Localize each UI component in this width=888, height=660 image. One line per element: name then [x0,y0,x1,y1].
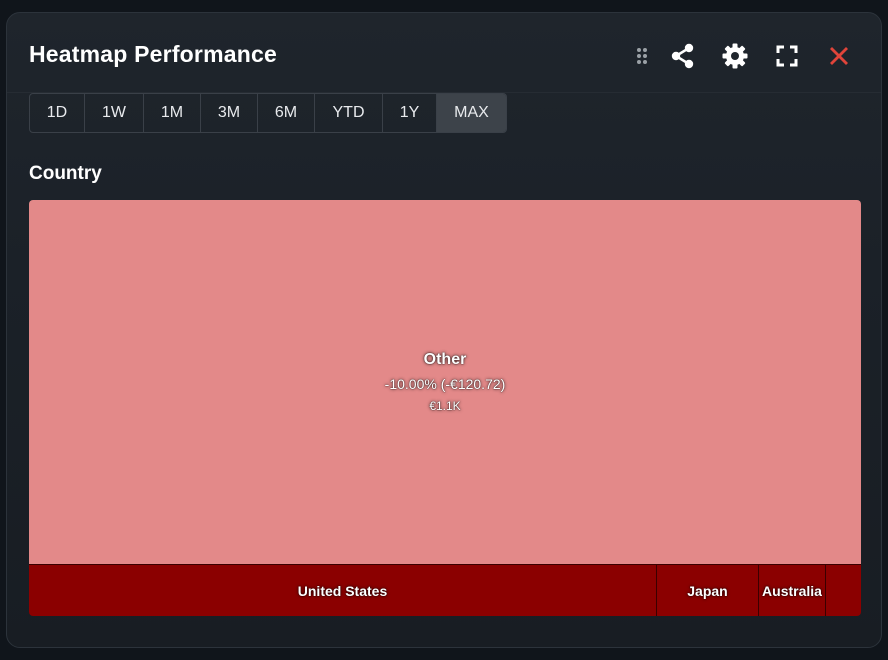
treemap-tile-japan[interactable]: Japan [657,564,759,616]
tile-name: Other [423,351,467,368]
tile-name: Japan [687,582,728,599]
tab-6m[interactable]: 6M [258,94,315,132]
fullscreen-icon[interactable] [772,41,802,71]
drag-handle-icon[interactable] [627,41,657,71]
treemap-tile-united-states[interactable]: United States [29,564,657,616]
tile-change: -10.00% (-€120.72) [384,376,506,392]
tab-max[interactable]: MAX [437,94,506,132]
close-icon[interactable] [824,41,854,71]
tile-name: United States [297,582,388,599]
treemap-tile-australia[interactable]: Australia [759,564,826,616]
app-background: Heatmap Performance 1D 1W 1M 3M 6M YTD 1… [0,0,888,660]
tile-value: €1.1K [429,399,461,413]
heatmap-widget: Heatmap Performance 1D 1W 1M 3M 6M YTD 1… [6,12,882,648]
share-icon[interactable] [668,41,698,71]
tab-1w[interactable]: 1W [85,94,144,132]
tab-3m[interactable]: 3M [201,94,258,132]
tab-ytd[interactable]: YTD [315,94,383,132]
tab-1d[interactable]: 1D [30,94,85,132]
widget-title: Heatmap Performance [29,41,277,67]
tab-1y[interactable]: 1Y [383,94,437,132]
tile-name: Australia [762,582,822,599]
timeframe-selector: 1D 1W 1M 3M 6M YTD 1Y MAX [29,93,507,133]
tab-1m[interactable]: 1M [144,94,201,132]
country-treemap: Other -10.00% (-€120.72) €1.1K United St… [29,200,861,616]
section-title: Country [29,163,102,184]
gear-icon[interactable] [720,41,750,71]
treemap-tile-other[interactable]: Other -10.00% (-€120.72) €1.1K [29,200,861,564]
treemap-tile-unlabeled[interactable] [826,564,861,616]
